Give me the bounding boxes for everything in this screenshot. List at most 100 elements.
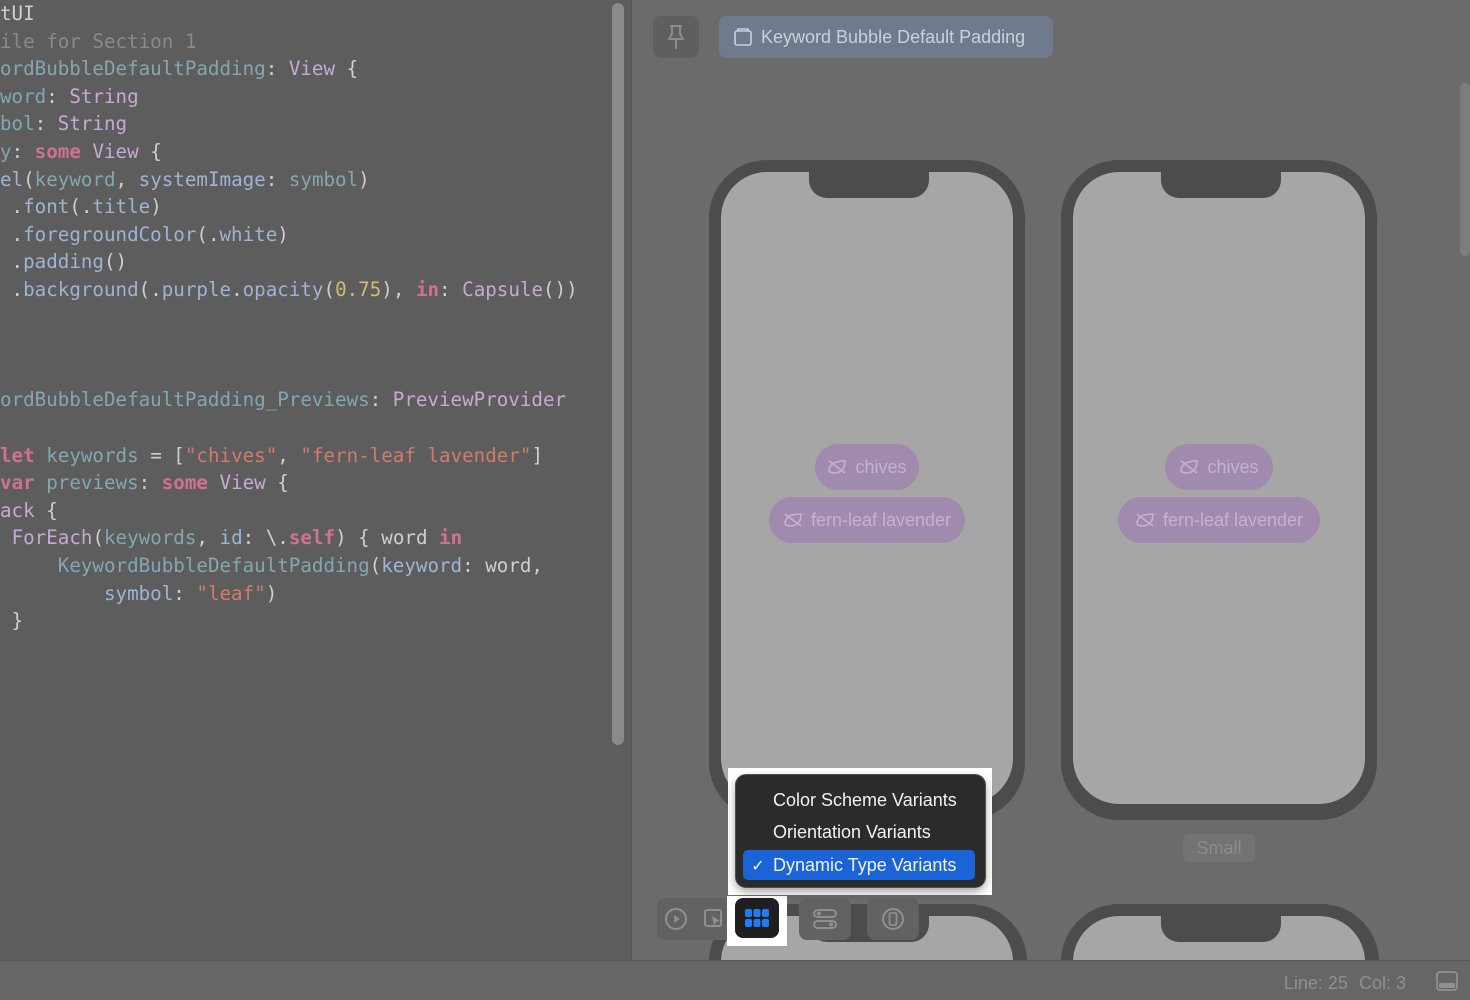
- code-token: PreviewProvider: [392, 388, 567, 412]
- code-token: 0.75: [335, 278, 382, 301]
- code-line[interactable]: .padding(): [0, 248, 128, 276]
- code-line[interactable]: symbol: "leaf"): [0, 580, 277, 608]
- menu-item-dynamic-type-variants[interactable]: ✓ Dynamic Type Variants: [743, 850, 975, 880]
- device-preview[interactable]: chives fern-leaf lavender: [1061, 160, 1377, 820]
- keyword-label: fern-leaf lavender: [1162, 509, 1304, 530]
- code-token: keywords: [104, 526, 197, 550]
- device-settings-button[interactable]: [799, 898, 851, 940]
- menu-item-orientation-variants[interactable]: Orientation Variants: [743, 817, 975, 847]
- selectable-cursor-icon: [704, 909, 722, 927]
- menu-item-label: Dynamic Type Variants: [773, 854, 957, 875]
- code-token: : \.: [242, 526, 289, 550]
- code-token: View: [219, 471, 266, 495]
- code-token: systemImage: [138, 167, 266, 191]
- code-area[interactable]: tUI ile for Section 1 ordBubbleDefaultPadd…: [0, 0, 605, 960]
- code-token: {: [34, 498, 58, 522]
- code-line[interactable]: .font(.title): [0, 193, 162, 221]
- preview-tab[interactable]: Keyword Bubble Default Padding: [719, 16, 1053, 58]
- editor-scrollbar[interactable]: [612, 3, 624, 745]
- code-token: ,: [277, 443, 301, 467]
- code-token: ordBubbleDefaultPadding: [0, 57, 266, 81]
- code-token: opacity: [242, 278, 324, 301]
- code-token: : word,: [462, 554, 543, 577]
- code-token: .: [0, 195, 24, 219]
- code-line[interactable]: ordBubbleDefaultPadding: View {: [0, 55, 358, 83]
- keyword-bubble: fern-leaf lavender: [1118, 497, 1320, 543]
- code-token: .: [0, 278, 24, 301]
- code-line[interactable]: ordBubbleDefaultPadding_Previews: Previe…: [0, 386, 566, 414]
- pin-button[interactable]: [653, 16, 699, 58]
- code-token: bol: [0, 112, 35, 136]
- column-number: Col: 3: [1358, 973, 1406, 993]
- code-token: (: [23, 167, 35, 191]
- keyword-label: fern-leaf lavender: [810, 509, 952, 530]
- code-line[interactable]: KeywordBubbleDefaultPadding(keyword: wor…: [0, 552, 543, 580]
- code-token: keywords: [46, 443, 139, 467]
- device-button[interactable]: [867, 898, 919, 940]
- variants-button[interactable]: [735, 898, 779, 938]
- preview-canvas: Keyword Bubble Default Padding chives fe…: [633, 0, 1470, 960]
- menu-item-color-scheme-variants[interactable]: Color Scheme Variants: [743, 785, 975, 815]
- code-token: "chives": [184, 443, 278, 467]
- code-token: KeywordBubbleDefaultPadding: [57, 554, 370, 577]
- code-line[interactable]: ack {: [0, 497, 58, 525]
- code-editor[interactable]: tUI ile for Section 1 ordBubbleDefaultPadd…: [0, 0, 632, 960]
- code-token: :: [34, 112, 58, 136]
- code-token: ordBubbleDefaultPadding_Previews: [0, 388, 370, 412]
- device-screen: [1073, 916, 1365, 960]
- code-token: foregroundColor: [23, 222, 197, 246]
- code-token: String: [69, 84, 139, 108]
- code-token: keyword: [34, 167, 116, 191]
- canvas-scrollbar[interactable]: [1460, 83, 1470, 256]
- code-line[interactable]: var previews: some View {: [0, 469, 289, 497]
- code-line[interactable]: ForEach(keywords, id: \.self) { word in: [0, 524, 463, 552]
- code-token: :: [439, 278, 463, 301]
- toggle-debug-area-button[interactable]: [1436, 971, 1458, 991]
- line-number: Line: 25: [1283, 973, 1348, 993]
- code-token: :: [11, 140, 35, 163]
- device-preview[interactable]: [1061, 904, 1379, 960]
- code-line[interactable]: y: some View {: [0, 138, 162, 166]
- code-token: title: [92, 195, 151, 219]
- device-preview[interactable]: chives fern-leaf lavender: [709, 160, 1025, 820]
- code-line[interactable]: bol: String: [0, 110, 127, 138]
- device-notch: [1161, 916, 1281, 942]
- code-token: keyword: [381, 554, 463, 577]
- code-line[interactable]: .foregroundColor(.white): [0, 221, 289, 249]
- leaf-slash-icon: [828, 460, 847, 474]
- code-line[interactable]: el(keyword, systemImage: symbol): [0, 166, 370, 194]
- code-line[interactable]: let keywords = ["chives", "fern-leaf lav…: [0, 442, 543, 470]
- code-token: ): [358, 167, 370, 191]
- code-token: let: [0, 443, 35, 467]
- code-line[interactable]: ile for Section 1: [0, 28, 196, 56]
- code-token: in: [415, 278, 440, 301]
- code-line[interactable]: word: String: [0, 83, 139, 111]
- code-token: font: [23, 195, 70, 219]
- keyword-label: chives: [855, 456, 907, 477]
- code-token: (: [369, 554, 382, 577]
- code-line[interactable]: }: [0, 607, 24, 635]
- code-token: (.: [138, 278, 162, 301]
- live-preview-button[interactable]: [657, 900, 695, 938]
- leaf-slash-icon: [1180, 460, 1199, 474]
- code-token: .: [0, 250, 24, 274]
- code-token: .: [231, 278, 243, 301]
- code-token: padding: [23, 250, 104, 274]
- pin-icon: [668, 25, 684, 49]
- code-line[interactable]: tUI: [0, 0, 35, 28]
- code-token: }: [0, 609, 24, 633]
- code-token: = [: [138, 443, 185, 467]
- code-token: {: [335, 57, 359, 81]
- code-token: previews: [46, 471, 139, 495]
- variants-grid-icon: [745, 909, 769, 927]
- split-divider[interactable]: [631, 0, 632, 960]
- status-bar: Line: 25 Col: 3: [0, 960, 1470, 1000]
- device-notch: [809, 172, 929, 198]
- code-token: some: [34, 140, 81, 163]
- code-token: .: [0, 222, 24, 246]
- preview-tab-label: Keyword Bubble Default Padding: [761, 26, 1026, 47]
- code-line[interactable]: .background(.purple.opacity(0.75), in: C…: [0, 276, 578, 304]
